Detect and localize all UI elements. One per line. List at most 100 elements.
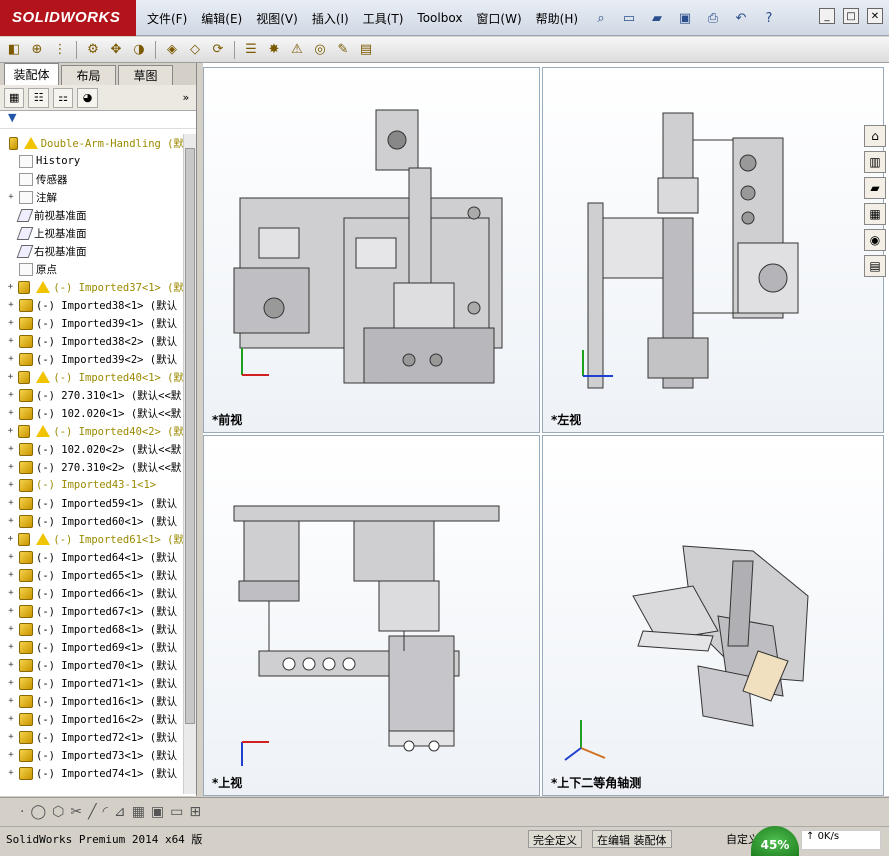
- home-icon[interactable]: ⌂: [864, 125, 886, 147]
- expand-toggle-icon[interactable]: +: [6, 462, 16, 472]
- interference-check-icon[interactable]: ⚠: [287, 40, 307, 60]
- tree-item[interactable]: + (-) Imported38<2> (默认: [0, 332, 184, 350]
- view-palette-icon[interactable]: ▦: [864, 203, 886, 225]
- tree-item[interactable]: + (-) 102.020<1> (默认<<默: [0, 404, 184, 422]
- circle-icon[interactable]: ◯: [30, 804, 46, 820]
- property-manager-icon[interactable]: ☷: [28, 87, 49, 108]
- linear-pattern-icon[interactable]: ⋮: [50, 40, 70, 60]
- close-button[interactable]: ✕: [867, 8, 883, 24]
- tree-item[interactable]: + (-) Imported16<2> (默认: [0, 710, 184, 728]
- expand-toggle-icon[interactable]: +: [6, 642, 16, 652]
- hide-show-icon[interactable]: ◑: [129, 40, 149, 60]
- expand-toggle-icon[interactable]: +: [6, 480, 16, 490]
- tree-item[interactable]: + (-) Imported74<1> (默认: [0, 764, 184, 782]
- bill-of-materials-icon[interactable]: ☰: [241, 40, 261, 60]
- trim-icon[interactable]: ✂: [70, 804, 82, 820]
- tree-item[interactable]: + (-) Imported60<1> (默认: [0, 512, 184, 530]
- arc-icon[interactable]: ◜: [103, 804, 108, 820]
- tree-item[interactable]: + (-) Imported72<1> (默认: [0, 728, 184, 746]
- reference-geometry-icon[interactable]: ◇: [185, 40, 205, 60]
- filter-icon[interactable]: ▼: [0, 111, 196, 129]
- expand-chevron-icon[interactable]: »: [176, 88, 196, 108]
- expand-toggle-icon[interactable]: +: [6, 372, 15, 382]
- expand-toggle-icon[interactable]: +: [6, 570, 16, 580]
- expand-toggle-icon[interactable]: +: [6, 624, 16, 634]
- insert-component-icon[interactable]: ◧: [4, 40, 24, 60]
- tree-item[interactable]: + (-) Imported64<1> (默认: [0, 548, 184, 566]
- tree-item[interactable]: + (-) Imported39<1> (默认: [0, 314, 184, 332]
- tree-item[interactable]: + (-) Imported70<1> (默认: [0, 656, 184, 674]
- maximize-button[interactable]: □: [843, 8, 859, 24]
- expand-toggle-icon[interactable]: +: [6, 696, 16, 706]
- tab-assembly[interactable]: 装配体: [4, 63, 59, 85]
- tree-item[interactable]: + (-) Imported16<1> (默认: [0, 692, 184, 710]
- tree-item[interactable]: + (-) Imported43-1<1>: [0, 476, 184, 494]
- left-view-pane[interactable]: *左视: [542, 67, 884, 433]
- smart-fasteners-icon[interactable]: ⚙: [83, 40, 103, 60]
- tree-item[interactable]: + (-) Imported40<1> (默: [0, 368, 184, 386]
- expand-toggle-icon[interactable]: +: [6, 336, 16, 346]
- expand-toggle-icon[interactable]: +: [6, 354, 16, 364]
- expand-toggle-icon[interactable]: +: [6, 552, 16, 562]
- tree-item[interactable]: + (-) Imported38<1> (默认: [0, 296, 184, 314]
- expand-toggle-icon[interactable]: +: [6, 678, 16, 688]
- expand-toggle-icon[interactable]: +: [6, 300, 16, 310]
- tree-item[interactable]: + (-) Imported66<1> (默认: [0, 584, 184, 602]
- tree-scrollbar[interactable]: [183, 134, 196, 794]
- tree-item[interactable]: + 注解: [0, 188, 184, 206]
- mate-icon[interactable]: ⊕: [27, 40, 47, 60]
- tree-item[interactable]: + (-) Imported65<1> (默认: [0, 566, 184, 584]
- search-icon[interactable]: ⌕: [590, 8, 612, 28]
- menu-item[interactable]: 视图(V): [249, 10, 305, 27]
- menu-item[interactable]: 文件(F): [140, 10, 194, 27]
- menu-item[interactable]: 编辑(E): [194, 10, 249, 27]
- tree-item[interactable]: 传感器: [0, 170, 184, 188]
- configuration-manager-icon[interactable]: ⚏: [52, 87, 74, 108]
- menu-item[interactable]: Toolbox: [410, 11, 469, 25]
- menu-item[interactable]: 帮助(H): [529, 10, 585, 27]
- top-view-pane[interactable]: *上视: [203, 435, 540, 796]
- expand-toggle-icon[interactable]: +: [6, 282, 15, 292]
- wireframe-icon[interactable]: ▭: [170, 804, 183, 820]
- dimension-icon[interactable]: ⊿: [114, 804, 126, 820]
- new-motion-study-icon[interactable]: ⟳: [208, 40, 228, 60]
- scrollbar-thumb[interactable]: [185, 148, 195, 724]
- assembly-features-icon[interactable]: ◈: [162, 40, 182, 60]
- tree-item[interactable]: + (-) Imported40<2> (默: [0, 422, 184, 440]
- design-library-icon[interactable]: ▥: [864, 151, 886, 173]
- tree-item[interactable]: + (-) Imported67<1> (默认: [0, 602, 184, 620]
- line-icon[interactable]: ╱: [88, 804, 96, 820]
- custom-properties-icon[interactable]: ▤: [864, 255, 886, 277]
- expand-toggle-icon[interactable]: +: [6, 768, 16, 778]
- four-view-icon[interactable]: ⊞: [189, 804, 201, 820]
- tree-item[interactable]: + (-) Imported71<1> (默认: [0, 674, 184, 692]
- move-component-icon[interactable]: ✥: [106, 40, 126, 60]
- tree-item[interactable]: + (-) Imported37<1> (默: [0, 278, 184, 296]
- tree-item[interactable]: + (-) Imported61<1> (默: [0, 530, 184, 548]
- polygon-icon[interactable]: ⬡: [52, 804, 64, 820]
- point-icon[interactable]: ·: [20, 804, 24, 820]
- menu-item[interactable]: 窗口(W): [469, 10, 528, 27]
- expand-toggle-icon[interactable]: +: [6, 408, 16, 418]
- file-explorer-icon[interactable]: ▰: [864, 177, 886, 199]
- isometric-view-pane[interactable]: *上下二等角轴测: [542, 435, 884, 796]
- grid-icon[interactable]: ▦: [132, 804, 145, 820]
- expand-toggle-icon[interactable]: +: [6, 534, 15, 544]
- tab-sketch[interactable]: 草图: [118, 65, 173, 85]
- expand-toggle-icon[interactable]: +: [6, 750, 16, 760]
- tree-item[interactable]: + (-) 270.310<2> (默认<<默: [0, 458, 184, 476]
- tree-item[interactable]: History: [0, 152, 184, 170]
- tree-item[interactable]: + (-) 102.020<2> (默认<<默: [0, 440, 184, 458]
- expand-toggle-icon[interactable]: +: [6, 426, 15, 436]
- tree-item[interactable]: 前视基准面: [0, 206, 184, 224]
- sketch-icon[interactable]: ✎: [333, 40, 353, 60]
- expand-toggle-icon[interactable]: +: [6, 444, 16, 454]
- exploded-view-icon[interactable]: ✸: [264, 40, 284, 60]
- tree-item[interactable]: 原点: [0, 260, 184, 278]
- open-folder-icon[interactable]: ▰: [646, 8, 668, 28]
- minimize-button[interactable]: _: [819, 8, 835, 24]
- solidworks-logo[interactable]: SOLIDWORKS: [0, 0, 136, 36]
- tab-layout[interactable]: 布局: [61, 65, 116, 85]
- display-manager-icon[interactable]: ◕: [77, 87, 98, 108]
- appearances-icon[interactable]: ◉: [864, 229, 886, 251]
